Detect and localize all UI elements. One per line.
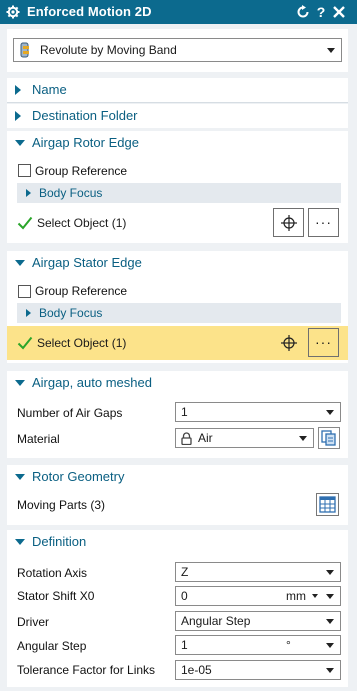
section-title: Airgap Stator Edge xyxy=(32,255,142,270)
chevron-down-icon xyxy=(326,570,334,575)
angular-step-field[interactable]: 1 ° xyxy=(175,635,341,655)
section-header-definition[interactable]: Definition xyxy=(7,530,348,554)
group-reference-label: Group Reference xyxy=(35,284,128,298)
table-icon[interactable] xyxy=(316,493,339,516)
tolerance-dropdown[interactable]: 1e-05 xyxy=(175,660,341,680)
section-header-name[interactable]: Name xyxy=(7,78,348,102)
section-rotor-edge: Airgap Rotor Edge Group Reference Body F… xyxy=(7,131,348,243)
select-object-row[interactable]: Select Object (1) ··· xyxy=(7,206,348,240)
driver-value: Angular Step xyxy=(181,614,251,628)
chevron-down-icon xyxy=(326,619,334,624)
angular-step-unit[interactable]: ° xyxy=(286,638,291,652)
more-icon: ··· xyxy=(315,214,332,230)
body-focus-header[interactable]: Body Focus xyxy=(17,183,341,203)
crosshair-select-button[interactable] xyxy=(273,328,304,357)
more-options-button[interactable]: ··· xyxy=(308,328,339,357)
type-dropdown[interactable]: Revolute by Moving Band xyxy=(13,38,342,62)
section-title: Airgap Rotor Edge xyxy=(32,135,139,150)
expand-arrow-icon xyxy=(26,309,31,317)
stator-shift-field[interactable]: 0 mm xyxy=(175,586,341,606)
section-header-rotor-geometry[interactable]: Rotor Geometry xyxy=(7,465,348,489)
driver-label: Driver xyxy=(17,615,49,629)
chevron-down-icon xyxy=(326,668,334,673)
select-object-label: Select Object (1) xyxy=(37,216,127,230)
air-gaps-label: Number of Air Gaps xyxy=(17,406,123,420)
title-bar: Enforced Motion 2D ? xyxy=(0,0,357,24)
crosshair-icon xyxy=(281,215,297,231)
collapse-arrow-icon xyxy=(15,539,25,545)
air-gaps-value: 1 xyxy=(181,405,188,419)
material-library-icon[interactable] xyxy=(318,427,340,449)
checkmark-icon xyxy=(17,216,33,230)
more-options-button[interactable]: ··· xyxy=(308,208,339,237)
group-reference-checkbox[interactable] xyxy=(18,164,31,177)
section-header-destination[interactable]: Destination Folder xyxy=(7,104,348,128)
section-header-airgap[interactable]: Airgap, auto meshed xyxy=(7,371,348,395)
reset-icon[interactable] xyxy=(296,5,310,19)
collapse-arrow-icon xyxy=(15,380,25,386)
dialog-title: Enforced Motion 2D xyxy=(27,4,152,19)
settings-gear-icon xyxy=(6,5,20,19)
body-focus-label: Body Focus xyxy=(39,186,103,200)
stator-shift-label: Stator Shift X0 xyxy=(17,589,95,603)
lock-icon xyxy=(181,432,192,445)
divider xyxy=(7,102,348,103)
stator-shift-value: 0 xyxy=(181,589,188,603)
type-value: Revolute by Moving Band xyxy=(40,43,177,57)
section-airgap: Airgap, auto meshed Number of Air Gaps 1… xyxy=(7,371,348,458)
rotation-axis-label: Rotation Axis xyxy=(17,566,88,580)
type-panel: Revolute by Moving Band xyxy=(7,29,348,72)
body-focus-label: Body Focus xyxy=(39,306,103,320)
rotation-axis-dropdown[interactable]: Z xyxy=(175,562,341,582)
section-header-stator-edge[interactable]: Airgap Stator Edge xyxy=(7,251,348,275)
section-rotor-geometry: Rotor Geometry Moving Parts (3) xyxy=(7,465,348,525)
select-object-label: Select Object (1) xyxy=(37,336,127,350)
section-title: Name xyxy=(32,82,67,97)
select-object-row[interactable]: Select Object (1) ··· xyxy=(7,326,348,360)
moving-parts-label: Moving Parts (3) xyxy=(17,498,106,512)
crosshair-select-button[interactable] xyxy=(273,208,304,237)
more-icon: ··· xyxy=(315,334,332,350)
group-reference-checkbox[interactable] xyxy=(18,285,31,298)
angular-step-value: 1 xyxy=(181,638,188,652)
material-value: Air xyxy=(198,431,213,445)
section-header-rotor-edge[interactable]: Airgap Rotor Edge xyxy=(7,131,348,155)
tolerance-value: 1e-05 xyxy=(181,663,212,677)
crosshair-icon xyxy=(281,335,297,351)
chevron-down-icon[interactable] xyxy=(326,643,334,648)
chevron-down-icon xyxy=(327,48,335,53)
collapse-arrow-icon xyxy=(15,474,25,480)
group-reference-label: Group Reference xyxy=(35,164,128,178)
section-stator-edge: Airgap Stator Edge Group Reference Body … xyxy=(7,251,348,363)
collapse-arrow-icon xyxy=(15,140,25,146)
chevron-down-icon xyxy=(326,410,334,415)
revolute-icon xyxy=(20,42,29,58)
unit-dropdown-icon[interactable] xyxy=(312,594,318,598)
stator-shift-unit[interactable]: mm xyxy=(286,589,306,603)
section-destination[interactable]: Destination Folder xyxy=(7,104,348,128)
body-focus-header[interactable]: Body Focus xyxy=(17,303,341,323)
expand-arrow-icon xyxy=(15,85,21,95)
section-title: Airgap, auto meshed xyxy=(32,375,152,390)
section-name[interactable]: Name xyxy=(7,78,348,102)
chevron-down-icon[interactable] xyxy=(326,594,334,599)
rotation-axis-value: Z xyxy=(181,565,189,579)
collapse-arrow-icon xyxy=(15,260,25,266)
angular-step-label: Angular Step xyxy=(17,639,87,653)
expand-arrow-icon xyxy=(26,189,31,197)
material-dropdown[interactable]: Air xyxy=(175,428,314,448)
section-definition: Definition Rotation Axis Z Stator Shift … xyxy=(7,530,348,687)
material-label: Material xyxy=(17,432,60,446)
chevron-down-icon xyxy=(299,436,307,441)
checkmark-icon xyxy=(17,336,33,350)
expand-arrow-icon xyxy=(15,111,21,121)
air-gaps-dropdown[interactable]: 1 xyxy=(175,402,341,422)
driver-dropdown[interactable]: Angular Step xyxy=(175,611,341,631)
section-title: Rotor Geometry xyxy=(32,469,125,484)
tolerance-label: Tolerance Factor for Links xyxy=(17,663,156,677)
close-icon[interactable] xyxy=(333,6,345,18)
help-icon[interactable]: ? xyxy=(313,3,329,21)
section-title: Definition xyxy=(32,534,87,549)
section-title: Destination Folder xyxy=(32,108,138,123)
